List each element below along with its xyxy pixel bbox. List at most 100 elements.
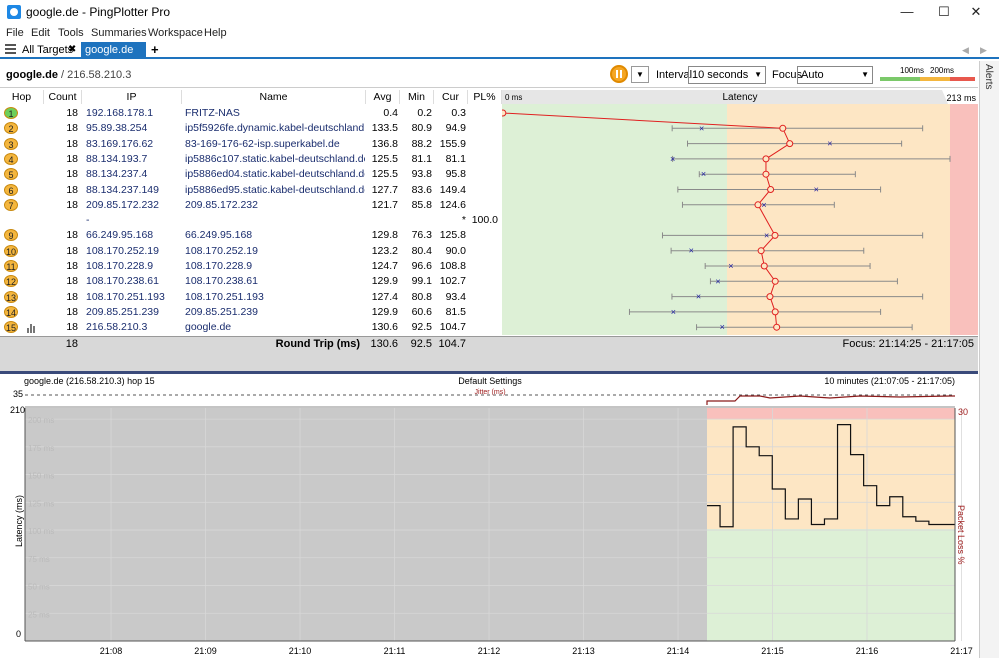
cell-min: 60.6 [411, 305, 432, 318]
cell-name: 108.170.238.61 [185, 275, 258, 288]
avg-point [757, 247, 765, 255]
hamburger-icon[interactable] [5, 44, 16, 54]
cur-mark: × [720, 322, 725, 332]
avg-point [786, 140, 794, 148]
close-button[interactable]: ✕ [953, 0, 999, 24]
table-row[interactable]: 9 18 66.249.95.168 66.249.95.168 129.8 76.3 12… [0, 228, 502, 243]
col-count[interactable]: Count [44, 90, 82, 104]
table-row[interactable]: 13 18 108.170.251.193 108.170.251.193 127.4 8… [0, 290, 502, 305]
cell-min: 80.8 [411, 290, 432, 303]
legend-green [880, 77, 920, 81]
x-tick-label: 21:15 [761, 646, 784, 656]
x-tick-label: 21:11 [384, 646, 406, 656]
col-min[interactable]: Min [400, 90, 434, 104]
table-row[interactable]: 4 18 88.134.193.7 ip5886c107.static.kabel-d… [0, 152, 502, 167]
timeline-range: 10 minutes (21:07:05 - 21:17:05) [824, 376, 955, 386]
cell-min: 80.9 [411, 122, 432, 135]
col-cur[interactable]: Cur [434, 90, 468, 104]
chevron-down-icon: ▼ [861, 70, 869, 79]
cell-cur: 125.8 [439, 229, 466, 242]
table-row[interactable]: 12 18 108.170.238.61 108.170.238.61 129.9 99.… [0, 274, 502, 289]
table-row[interactable]: 5 18 88.134.237.4 ip5886ed04.static.kabel-d… [0, 167, 502, 182]
cur-mark: × [670, 154, 675, 164]
cell-avg: 121.7 [371, 198, 398, 211]
table-row[interactable]: 7 18 209.85.172.232 209.85.172.232 121.7 85.8… [0, 198, 502, 213]
cell-cur: 104.7 [439, 321, 466, 334]
table-row[interactable]: 2 18 95.89.38.254 ip5f5926fe.dynamic.kabel-… [0, 121, 502, 136]
cell-count: 18 [66, 321, 78, 334]
cell-cur: 90.0 [445, 244, 466, 257]
y-tick-label: 50 ms [28, 583, 50, 592]
pause-dropdown-icon[interactable]: ▼ [631, 66, 649, 83]
graph-icon[interactable] [27, 323, 37, 334]
col-hop[interactable]: Hop [0, 90, 44, 104]
target-ip: / 216.58.210.3 [57, 69, 132, 81]
table-row[interactable]: 3 18 83.169.176.62 83-169-176-62-isp.superk… [0, 137, 502, 152]
avg-point [762, 170, 770, 178]
zone-warn [727, 104, 950, 335]
alerts-label: Alerts [983, 64, 994, 90]
table-row[interactable]: 11 18 108.170.228.9 108.170.228.9 124.7 96.6 1… [0, 259, 502, 274]
cur-mark: × [814, 185, 819, 195]
scroll-right-icon[interactable]: ▶ [980, 45, 987, 56]
interval-select[interactable]: 10 seconds ▼ [688, 66, 766, 84]
table-row[interactable]: 6 18 88.134.237.149 ip5886ed95.static.kabel… [0, 183, 502, 198]
cell-name: ip5886ed04.static.kabel-deutschland.de [185, 168, 365, 181]
cell-name: 108.170.251.193 [185, 290, 264, 303]
cell-avg: 129.8 [371, 229, 398, 242]
menu-bar: File Edit Tools Summaries Workspace Help [0, 25, 999, 41]
menu-summaries[interactable]: Summaries [91, 25, 147, 41]
cur-mark: × [689, 246, 694, 256]
table-row[interactable]: 15 18 216.58.210.3 google.de 130.6 92.5 104.7 [0, 320, 502, 335]
pl-axis-max: 30 [958, 407, 968, 417]
jitter-label: Jitter (ms) [474, 389, 505, 396]
focus-select[interactable]: Auto ▼ [797, 66, 873, 84]
cell-count: 18 [66, 260, 78, 272]
scroll-left-icon[interactable]: ◀ [962, 45, 969, 56]
latency-header: Latency [722, 92, 757, 103]
cell-count: 18 [66, 122, 78, 135]
pause-button[interactable] [610, 65, 628, 83]
table-row[interactable]: 1 18 192.168.178.1 FRITZ-NAS 0.4 0.2 0.3 [0, 106, 502, 121]
cell-cur: 108.8 [439, 260, 466, 272]
col-pl[interactable]: PL% [468, 90, 502, 104]
alerts-panel[interactable] [979, 61, 999, 658]
cell-min: 85.8 [411, 198, 432, 211]
menu-edit[interactable]: Edit [31, 25, 50, 41]
table-row[interactable]: 10 18 108.170.252.19 108.170.252.19 123.2 80.… [0, 244, 502, 259]
menu-tools[interactable]: Tools [58, 25, 84, 41]
title-bar: google.de - PingPlotter Pro — ☐ ✕ [0, 0, 999, 24]
cell-name: ip5886c107.static.kabel-deutschland.de [185, 152, 365, 165]
menu-file[interactable]: File [6, 25, 24, 41]
avg-point [760, 262, 768, 270]
latency-min-label: 0 ms [505, 93, 522, 102]
cell-avg: 129.9 [371, 275, 398, 288]
add-tab-button[interactable]: + [147, 42, 163, 58]
cell-cur: * [461, 214, 466, 227]
summary-count: 18 [65, 338, 78, 350]
col-name[interactable]: Name [182, 90, 366, 104]
jitter-max: 35 [13, 389, 23, 399]
close-icon[interactable]: ✖ [64, 42, 80, 58]
table-row[interactable]: 14 18 209.85.251.239 209.85.251.239 129.9 60.… [0, 305, 502, 320]
col-avg[interactable]: Avg [366, 90, 400, 104]
splitter[interactable] [0, 371, 978, 374]
cell-name: 66.249.95.168 [185, 229, 253, 242]
col-ip[interactable]: IP [82, 90, 182, 104]
timeline-graph: google.de (216.58.210.3) hop 15 Default … [10, 376, 973, 656]
avg-point [754, 201, 762, 209]
hop-number: 15 [4, 321, 18, 334]
x-tick-label: 21:10 [289, 646, 312, 656]
tab-google[interactable]: google.de ✔ [81, 42, 146, 72]
cell-avg: 129.9 [371, 305, 398, 318]
menu-workspace[interactable]: Workspace [148, 25, 203, 41]
cell-avg: 125.5 [371, 168, 398, 181]
latency-max-label: 213 ms [946, 93, 976, 103]
table-row[interactable]: - * 100.0 [0, 213, 502, 228]
hop-number: 13 [4, 290, 18, 303]
interval-label: Interval [656, 69, 693, 81]
jitter-line [706, 395, 955, 405]
cell-cur: 149.4 [439, 183, 466, 196]
menu-help[interactable]: Help [204, 25, 227, 41]
cell-min: 83.6 [411, 183, 432, 196]
